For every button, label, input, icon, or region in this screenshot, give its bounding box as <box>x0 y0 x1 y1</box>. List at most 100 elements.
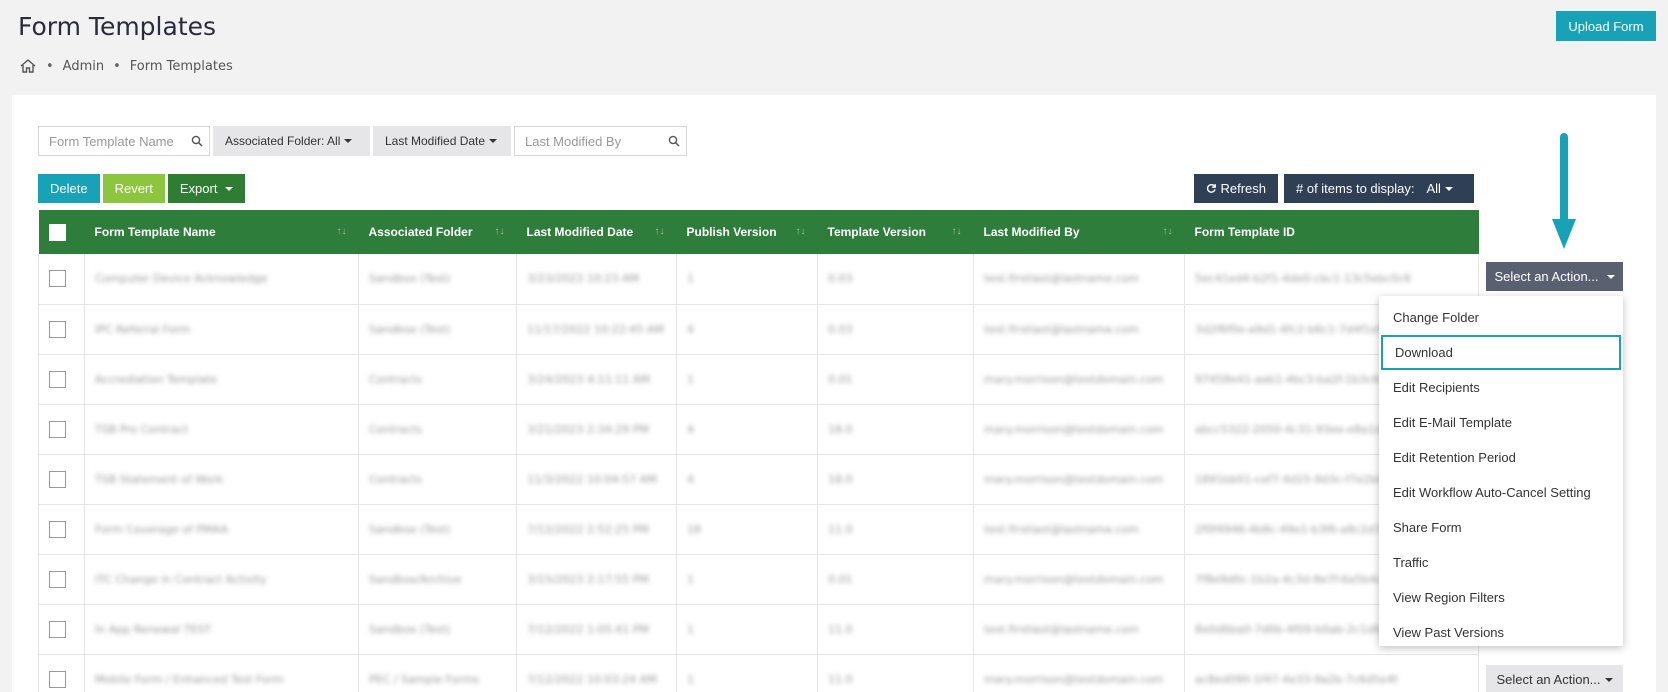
menu-item-edit-retention-period[interactable]: Edit Retention Period <box>1379 440 1623 475</box>
table-cell: Sandbox (Test) <box>358 304 517 354</box>
form-templates-table: Form Template Name ↑↓ Associated Folder ↑↓… <box>38 210 1479 692</box>
last-modified-by-filter[interactable]: Last Modified By <box>514 126 687 156</box>
menu-item-edit-recipients[interactable]: Edit Recipients <box>1379 370 1623 405</box>
table-cell: 1 <box>676 604 818 654</box>
form-template-name-filter[interactable]: Form Template Name <box>38 126 210 156</box>
table-cell: 4 <box>676 304 818 354</box>
row-checkbox[interactable] <box>49 470 66 488</box>
table-cell: test.firstlast@lastname.com <box>973 604 1185 654</box>
menu-item-edit-workflow-auto-cancel[interactable]: Edit Workflow Auto-Cancel Setting <box>1379 475 1623 510</box>
table-cell: 1 <box>676 354 818 404</box>
column-associated-folder[interactable]: Associated Folder ↑↓ <box>359 210 517 254</box>
search-icon <box>191 135 203 147</box>
select-action-button[interactable]: Select an Action... <box>1486 665 1623 692</box>
column-last-modified-date[interactable]: Last Modified Date ↑↓ <box>517 210 677 254</box>
table-cell: 1 <box>676 654 818 692</box>
sort-icon: ↑↓ <box>795 226 806 237</box>
table-cell: 4 <box>676 454 818 504</box>
menu-item-change-folder[interactable]: Change Folder <box>1379 300 1623 335</box>
associated-folder-dropdown[interactable]: Associated Folder: All <box>213 126 370 156</box>
upload-form-button[interactable]: Upload Form <box>1556 11 1656 41</box>
menu-item-traffic[interactable]: Traffic <box>1379 545 1623 580</box>
sort-icon: ↑↓ <box>494 226 505 237</box>
table-cell: Sandbox/Archive <box>358 554 517 604</box>
menu-item-share-form[interactable]: Share Form <box>1379 510 1623 545</box>
table-cell: 0.01 <box>817 354 974 404</box>
row-checkbox[interactable] <box>49 570 66 588</box>
table-row[interactable]: ITC Change in Contract Activity Sandbox/A… <box>38 554 1479 604</box>
column-form-template-name[interactable]: Form Template Name ↑↓ <box>85 210 359 254</box>
table-cell: Contracts <box>358 354 517 404</box>
sort-icon: ↑↓ <box>654 226 665 237</box>
select-all-checkbox[interactable] <box>48 223 66 241</box>
table-cell: 11.0 <box>817 654 974 692</box>
revert-button[interactable]: Revert <box>102 174 165 203</box>
row-checkbox[interactable] <box>49 620 66 638</box>
menu-item-view-past-versions[interactable]: View Past Versions <box>1379 615 1623 650</box>
table-cell: Form Coverage of PMAA <box>84 504 359 554</box>
column-last-modified-by[interactable]: Last Modified By ↑↓ <box>974 210 1185 254</box>
table-row[interactable]: Form Coverage of PMAA Sandbox (Test) 7/12/… <box>38 504 1479 554</box>
breadcrumb-form-templates: Form Templates <box>129 58 233 74</box>
home-icon[interactable] <box>19 58 37 74</box>
table-cell: 3/24/2023 4:11:11 AM <box>516 354 677 404</box>
delete-button[interactable]: Delete <box>38 174 100 203</box>
breadcrumb-admin[interactable]: Admin <box>63 59 104 74</box>
table-cell: 7/12/2022 2:52:25 PM <box>516 504 677 554</box>
column-template-version[interactable]: Template Version ↑↓ <box>818 210 974 254</box>
caret-down-icon <box>1444 186 1453 191</box>
caret-down-icon <box>1606 274 1615 279</box>
table-cell: PEC / Sample Forms <box>358 654 517 692</box>
table-cell: test.firstlast@lastname.com <box>973 254 1185 304</box>
table-row[interactable]: TSB Statement of Work Contracts 11/3/2022 … <box>38 454 1479 504</box>
table-row[interactable]: Accrediation Template Contracts 3/24/2023 … <box>38 354 1479 404</box>
menu-item-download[interactable]: Download <box>1381 335 1621 370</box>
table-cell: TSB Pro Contract <box>84 404 359 454</box>
row-checkbox[interactable] <box>49 270 66 288</box>
row-checkbox[interactable] <box>49 370 66 388</box>
table-cell: ac8ed090-1f47-4e33-9a2b-7c6d5e4f <box>1184 654 1479 692</box>
table-cell: 0.03 <box>817 254 974 304</box>
table-cell: 7/12/2022 10:03:24 AM <box>516 654 677 692</box>
bulk-actions: Delete Revert Export <box>38 174 246 203</box>
column-publish-version[interactable]: Publish Version ↑↓ <box>677 210 818 254</box>
table-cell: 7/12/2022 1:05:41 PM <box>516 604 677 654</box>
table-cell: Sandbox (Test) <box>358 504 517 554</box>
table-cell: mary.morrison@testdomain.com <box>973 654 1185 692</box>
table-cell: 18.0 <box>817 404 974 454</box>
table-cell: 3/15/2023 2:17:55 PM <box>516 554 677 604</box>
table-cell: 0.03 <box>817 304 974 354</box>
table-cell: 18 <box>676 504 818 554</box>
table-cell: ITC Change in Contract Activity <box>84 554 359 604</box>
refresh-icon <box>1206 184 1216 193</box>
row-checkbox[interactable] <box>49 320 66 338</box>
table-row[interactable]: TSB Pro Contract Contracts 3/21/2023 2:34:… <box>38 404 1479 454</box>
table-cell: 11.0 <box>817 504 974 554</box>
select-action-button[interactable]: Select an Action... <box>1486 262 1623 291</box>
table-cell: test.firstlast@lastname.com <box>973 504 1185 554</box>
refresh-button[interactable]: Refresh <box>1194 174 1278 203</box>
row-checkbox[interactable] <box>49 420 66 438</box>
table-row[interactable]: Mobile Form / Enhanced Test Form PEC / Sa… <box>38 654 1479 692</box>
table-cell: 1 <box>676 554 818 604</box>
table-row[interactable]: IPC Referral Form Sandbox (Test) 11/17/202… <box>38 304 1479 354</box>
export-button[interactable]: Export <box>167 174 246 203</box>
column-form-template-id[interactable]: Form Template ID <box>1185 210 1479 254</box>
table-row[interactable]: In App Renewal TEST Sandbox (Test) 7/12/20… <box>38 604 1479 654</box>
table-cell: mary.morrison@testdomain.com <box>973 354 1185 404</box>
table-row[interactable]: Computer Device Acknowledge Sandbox (Test… <box>38 254 1479 304</box>
row-checkbox[interactable] <box>49 670 66 688</box>
table-cell: Sandbox (Test) <box>358 254 517 304</box>
menu-item-edit-email-template[interactable]: Edit E-Mail Template <box>1379 405 1623 440</box>
table-cell: 1 <box>676 254 818 304</box>
items-to-display-dropdown[interactable]: # of items to display: All <box>1284 174 1474 203</box>
table-cell: 4 <box>676 404 818 454</box>
last-modified-date-dropdown[interactable]: Last Modified Date <box>373 126 511 156</box>
row-checkbox[interactable] <box>49 520 66 538</box>
table-cell: 18.0 <box>817 454 974 504</box>
table-cell: 11.0 <box>817 604 974 654</box>
table-cell: Computer Device Acknowledge <box>84 254 359 304</box>
arrow-down-icon <box>1552 133 1576 249</box>
table-tools: Refresh # of items to display: All <box>1194 174 1474 203</box>
menu-item-view-region-filters[interactable]: View Region Filters <box>1379 580 1623 615</box>
